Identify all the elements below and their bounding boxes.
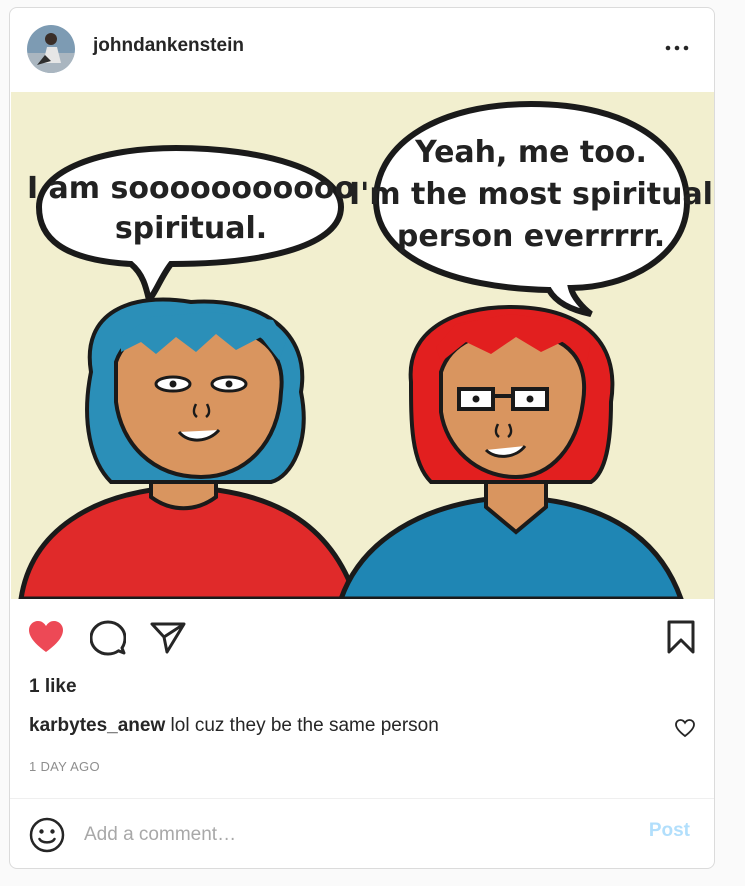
- ellipsis-icon[interactable]: [662, 36, 692, 60]
- comment-item: karbytes_anew lol cuz they be the same p…: [29, 715, 439, 737]
- speech-right-line-2: I'm the most spiritual: [349, 177, 713, 212]
- post-actions: [10, 612, 714, 662]
- divider: [10, 798, 714, 799]
- comment-text: lol cuz they be the same person: [170, 715, 439, 736]
- heart-filled-icon[interactable]: [27, 620, 65, 659]
- like-count[interactable]: 1 like: [29, 676, 77, 698]
- speech-right-line-3: person everrrrr.: [397, 219, 665, 254]
- post-comment-button[interactable]: Post: [649, 820, 690, 842]
- share-icon[interactable]: [150, 621, 186, 660]
- comment-icon[interactable]: [89, 620, 127, 661]
- speech-left-line-2: spiritual.: [115, 211, 267, 246]
- post-header: johndankenstein: [10, 8, 714, 91]
- bookmark-icon[interactable]: [666, 620, 696, 659]
- speech-left-line-1: I am sooooooooooo: [27, 171, 355, 206]
- comment-username[interactable]: karbytes_anew: [29, 715, 165, 736]
- speech-right-line-1: Yeah, me too.: [414, 135, 647, 170]
- post-timestamp[interactable]: 1 DAY AGO: [29, 759, 100, 774]
- post-username[interactable]: johndankenstein: [93, 35, 244, 57]
- comment-input[interactable]: [82, 818, 626, 852]
- post-card: johndankenstein I am sooooooooooo spirit…: [9, 7, 715, 869]
- avatar[interactable]: [27, 25, 75, 73]
- emoji-icon[interactable]: [29, 817, 65, 853]
- comment-heart-icon[interactable]: [674, 718, 696, 738]
- post-image[interactable]: I am sooooooooooo spiritual. Yeah, me to…: [11, 92, 714, 602]
